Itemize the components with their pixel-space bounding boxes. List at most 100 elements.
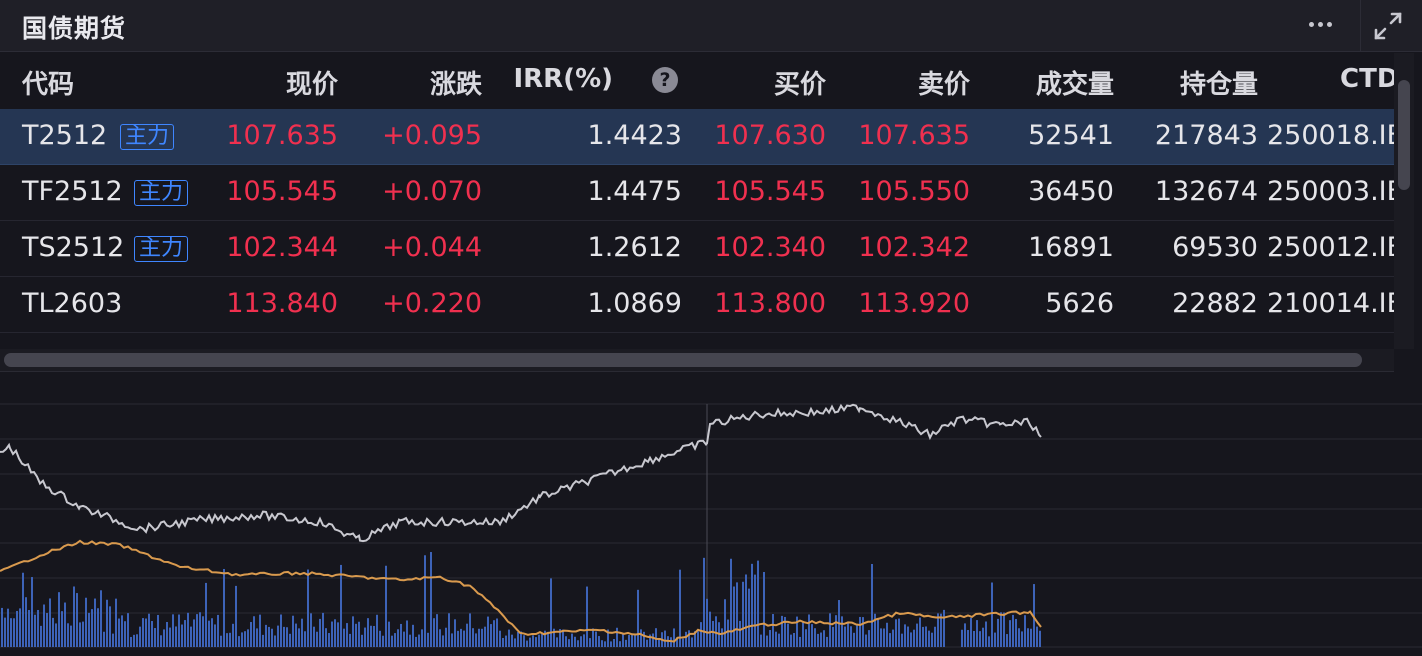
volume-bar <box>262 634 264 647</box>
volume-bar <box>70 625 72 647</box>
volume-bar <box>322 612 324 647</box>
col-header-ask[interactable]: 卖价 <box>918 64 970 101</box>
volume-bar <box>37 609 39 647</box>
volume-bar <box>100 590 102 647</box>
volume-bar <box>271 628 273 647</box>
volume-bar <box>46 613 48 647</box>
vertical-scroll-thumb[interactable] <box>1398 80 1410 190</box>
volume-bar <box>403 631 405 647</box>
cell-irr: 1.4423 <box>587 120 682 151</box>
volume-bar <box>976 620 978 647</box>
expand-button[interactable] <box>1370 8 1406 44</box>
col-header-bid[interactable]: 买价 <box>774 64 826 101</box>
volume-bar <box>76 593 78 647</box>
volume-bar <box>283 626 285 647</box>
cell-price: 105.545 <box>226 176 338 207</box>
col-header-open-interest[interactable]: 持仓量 <box>1180 64 1258 101</box>
volume-bar <box>88 612 90 647</box>
volume-bar <box>481 628 483 647</box>
volume-bar <box>34 614 36 647</box>
main-contract-badge: 主力 <box>134 236 189 262</box>
table-row[interactable]: TL2603 113.840 +0.220 1.0869 113.800 113.920 5… <box>0 277 1394 333</box>
volume-bar <box>751 563 753 647</box>
main-contract-badge: 主力 <box>120 124 175 150</box>
cell-bid: 113.800 <box>714 288 826 319</box>
volume-bar <box>442 635 444 647</box>
cell-ctd: 250003.IB <box>1267 176 1394 207</box>
volume-bar <box>787 623 789 647</box>
contract-code: TS2512 <box>22 232 125 263</box>
cell-open-interest: 217843 <box>1154 120 1258 151</box>
volume-bar <box>760 634 762 647</box>
col-header-irr[interactable]: IRR(%) <box>513 64 613 94</box>
volume-bar <box>292 615 294 647</box>
volume-bar <box>418 634 420 647</box>
volume-bar <box>898 618 900 647</box>
col-header-volume[interactable]: 成交量 <box>1036 64 1114 101</box>
volume-bar <box>595 631 597 647</box>
intraday-chart[interactable] <box>0 372 1422 652</box>
main-contract-badge: 主力 <box>134 180 189 206</box>
volume-bar <box>28 610 30 647</box>
volume-bar <box>217 614 219 647</box>
volume-bar <box>118 618 120 647</box>
volume-bar <box>832 626 834 647</box>
volume-bar <box>289 633 291 647</box>
volume-bar <box>439 629 441 647</box>
volume-bar <box>814 628 816 647</box>
volume-bar <box>373 625 375 647</box>
volume-bar <box>91 609 93 647</box>
col-header-ctd[interactable]: CTD <box>1340 64 1394 94</box>
table-row[interactable]: TS2512 主力 102.344 +0.044 1.2612 102.340 102.34… <box>0 221 1394 277</box>
volume-bar <box>250 622 252 647</box>
volume-bar <box>448 613 450 647</box>
table-row[interactable]: TF2512 主力 105.545 +0.070 1.4475 105.545 105.55… <box>0 165 1394 221</box>
col-header-price[interactable]: 现价 <box>286 64 338 101</box>
volume-bar <box>1036 626 1038 647</box>
volume-bar <box>475 633 477 647</box>
volume-bar <box>613 638 615 647</box>
volume-bar <box>25 597 27 647</box>
volume-bar <box>583 634 585 647</box>
volume-bar <box>109 606 111 647</box>
volume-bar <box>145 618 147 647</box>
volume-bar <box>94 598 96 647</box>
volume-bar <box>637 589 639 647</box>
more-options-button[interactable] <box>1300 8 1340 40</box>
col-header-code[interactable]: 代码 <box>22 64 74 101</box>
volume-bar <box>352 616 354 647</box>
volume-bar <box>571 633 573 647</box>
volume-bar <box>568 639 570 647</box>
volume-bar <box>22 572 24 647</box>
help-icon[interactable]: ? <box>652 67 678 93</box>
volume-bar <box>361 634 363 647</box>
volume-bar <box>166 621 168 647</box>
volume-bar <box>736 582 738 647</box>
volume-bar <box>436 614 438 647</box>
volume-bar <box>1027 628 1029 647</box>
volume-bar <box>880 628 882 647</box>
volume-bar <box>454 619 456 647</box>
volume-bar <box>331 621 333 647</box>
volume-bar <box>4 617 6 647</box>
cell-volume: 16891 <box>1028 232 1114 263</box>
volume-bar <box>991 582 993 647</box>
volume-bar <box>757 560 759 647</box>
volume-bar <box>769 630 771 647</box>
volume-bar <box>892 629 894 647</box>
volume-bar <box>826 636 828 647</box>
volume-bar <box>994 632 996 647</box>
volume-bar <box>1018 628 1020 647</box>
table-row[interactable]: T2512 主力 107.635 +0.095 1.4423 107.630 107.635… <box>0 109 1394 165</box>
volume-bar <box>223 568 225 647</box>
volume-bar <box>316 631 318 647</box>
volume-bar <box>577 640 579 647</box>
volume-bar <box>478 628 480 647</box>
cell-price: 107.635 <box>226 120 338 151</box>
horizontal-scroll-thumb[interactable] <box>4 353 1362 367</box>
volume-bar <box>79 622 81 647</box>
volume-bar <box>211 618 213 647</box>
volume-bar <box>505 635 507 647</box>
volume-bar <box>541 633 543 647</box>
col-header-change[interactable]: 涨跌 <box>430 64 482 101</box>
